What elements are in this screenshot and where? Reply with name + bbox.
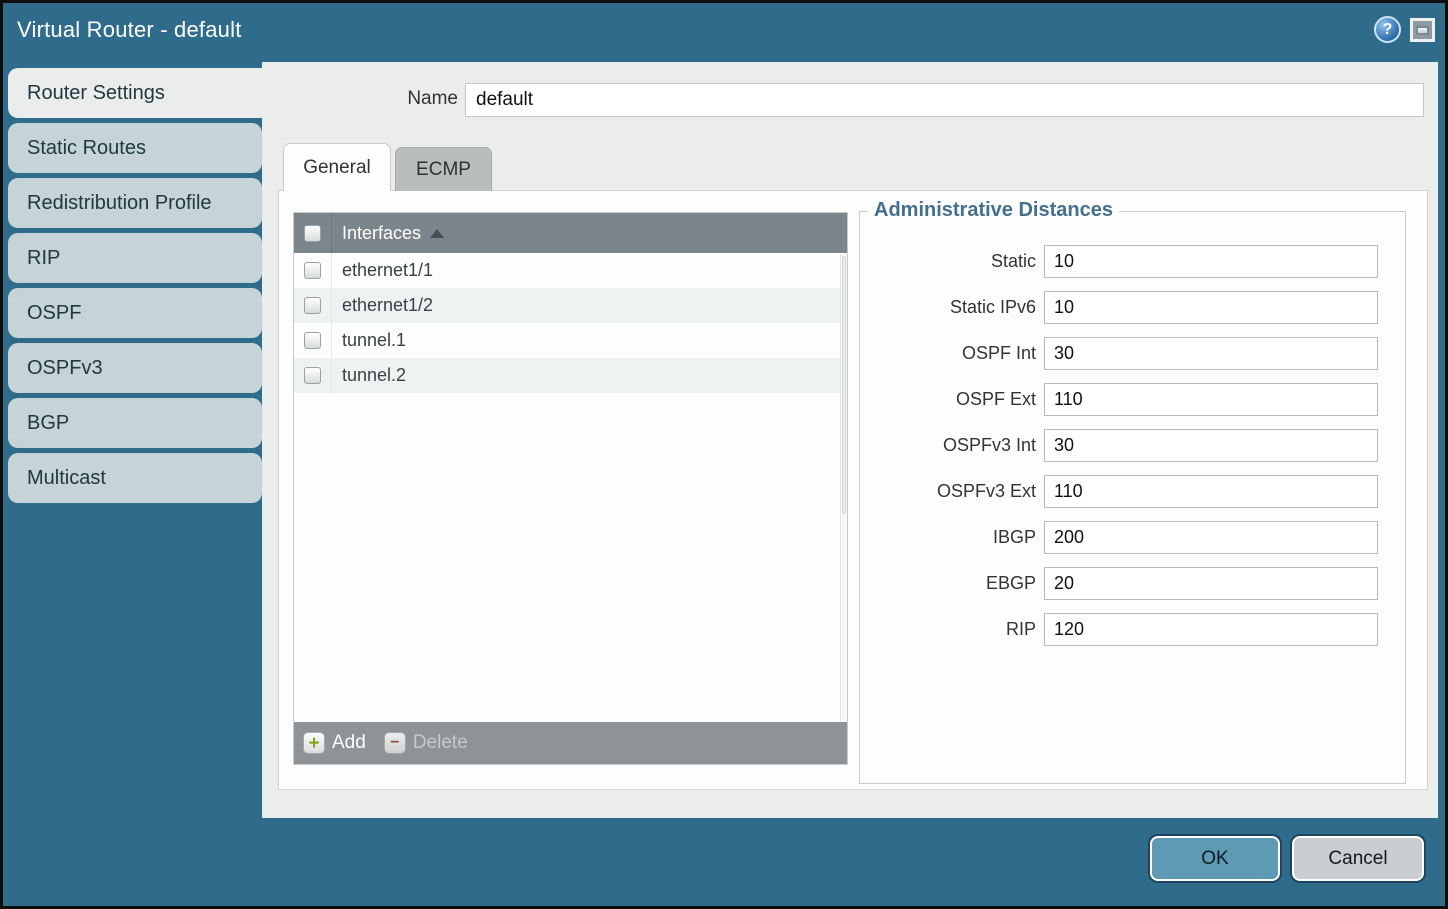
dialog-title: Virtual Router - default xyxy=(17,0,242,62)
add-button[interactable]: + Add xyxy=(303,732,366,754)
sidebar-item-label: OSPFv3 xyxy=(27,357,103,380)
table-row[interactable]: tunnel.1 xyxy=(294,323,847,358)
row-checkbox-cell xyxy=(294,253,332,288)
main-content-card: Name General ECMP Interfaces xyxy=(262,62,1438,818)
sidebar-item[interactable]: BGP xyxy=(8,398,262,448)
admin-distance-input[interactable] xyxy=(1044,429,1378,462)
help-icon[interactable]: ? xyxy=(1374,16,1401,43)
interface-name: tunnel.1 xyxy=(332,330,406,351)
admin-distance-input[interactable] xyxy=(1044,567,1378,600)
admin-distance-row: IBGP xyxy=(860,520,1405,554)
tab-ecmp-label: ECMP xyxy=(416,159,471,181)
table-row[interactable]: tunnel.2 xyxy=(294,358,847,393)
virtual-router-dialog: Virtual Router - default ? Router Settin… xyxy=(0,0,1448,909)
sidebar-item[interactable]: OSPF xyxy=(8,288,262,338)
sort-ascending-icon xyxy=(430,229,444,238)
add-button-label: Add xyxy=(332,732,366,754)
sidebar-item[interactable]: OSPFv3 xyxy=(8,343,262,393)
row-checkbox-cell xyxy=(294,323,332,358)
row-checkbox[interactable] xyxy=(304,332,321,349)
restore-window-icon[interactable] xyxy=(1410,18,1435,42)
name-input[interactable] xyxy=(465,83,1424,117)
admin-distances-fieldset: Administrative Distances Static Static I… xyxy=(859,211,1406,784)
admin-distance-row: OSPF Ext xyxy=(860,382,1405,416)
admin-distance-row: OSPFv3 Int xyxy=(860,428,1405,462)
admin-distance-input[interactable] xyxy=(1044,291,1378,324)
admin-distance-input[interactable] xyxy=(1044,475,1378,508)
admin-distance-row: OSPFv3 Ext xyxy=(860,474,1405,508)
admin-distance-row: Static IPv6 xyxy=(860,290,1405,324)
admin-distance-input[interactable] xyxy=(1044,613,1378,646)
admin-distance-label: OSPFv3 Int xyxy=(860,435,1044,456)
row-checkbox[interactable] xyxy=(304,262,321,279)
admin-distance-row: Static xyxy=(860,244,1405,278)
ok-button-label: OK xyxy=(1201,848,1228,870)
interfaces-table-body: ethernet1/1 ethernet1/2 xyxy=(294,253,847,722)
admin-distance-label: OSPFv3 Ext xyxy=(860,481,1044,502)
tab-general-label: General xyxy=(303,157,371,179)
sidebar-item[interactable]: Multicast xyxy=(8,453,262,503)
delete-button[interactable]: − Delete xyxy=(384,732,468,754)
admin-distance-label: Static IPv6 xyxy=(860,297,1044,318)
table-row[interactable]: ethernet1/1 xyxy=(294,253,847,288)
select-all-checkbox[interactable] xyxy=(304,225,321,242)
admin-distance-input[interactable] xyxy=(1044,337,1378,370)
name-label: Name xyxy=(262,88,458,110)
admin-distance-input[interactable] xyxy=(1044,521,1378,554)
table-footer-toolbar: + Add − Delete xyxy=(294,722,847,764)
admin-distances-rows: Static Static IPv6 OSPF Int xyxy=(860,212,1405,646)
general-tab-panel: Interfaces ethernet1/1 xyxy=(278,190,1428,790)
table-scrollbar-thumb[interactable] xyxy=(842,256,846,514)
table-row[interactable]: ethernet1/2 xyxy=(294,288,847,323)
admin-distance-input[interactable] xyxy=(1044,245,1378,278)
tab-ecmp[interactable]: ECMP xyxy=(395,147,492,191)
sidebar-item[interactable]: Static Routes xyxy=(8,123,262,173)
row-checkbox[interactable] xyxy=(304,297,321,314)
admin-distance-label: IBGP xyxy=(860,527,1044,548)
admin-distance-label: RIP xyxy=(860,619,1044,640)
tab-general[interactable]: General xyxy=(283,143,391,191)
admin-distances-legend: Administrative Distances xyxy=(868,199,1119,222)
row-checkbox-cell xyxy=(294,288,332,323)
ok-button[interactable]: OK xyxy=(1150,836,1280,881)
cancel-button[interactable]: Cancel xyxy=(1292,836,1424,881)
delete-button-label: Delete xyxy=(413,732,468,754)
sidebar-item-label: Router Settings xyxy=(27,82,165,105)
interface-name: tunnel.2 xyxy=(332,365,406,386)
sidebar-item-label: Redistribution Profile xyxy=(27,192,212,215)
interface-name: ethernet1/2 xyxy=(332,295,433,316)
sidebar-item[interactable]: RIP xyxy=(8,233,262,283)
admin-distance-label: EBGP xyxy=(860,573,1044,594)
admin-distance-label: OSPF Ext xyxy=(860,389,1044,410)
restore-window-inner xyxy=(1416,26,1429,35)
interfaces-table: Interfaces ethernet1/1 xyxy=(293,212,848,765)
admin-distance-input[interactable] xyxy=(1044,383,1378,416)
table-scrollbar[interactable] xyxy=(840,254,847,721)
interfaces-column-header[interactable]: Interfaces xyxy=(332,223,421,244)
sidebar-item-label: RIP xyxy=(27,247,60,270)
sidebar-item-label: BGP xyxy=(27,412,69,435)
row-checkbox[interactable] xyxy=(304,367,321,384)
add-plus-icon: + xyxy=(303,732,325,754)
title-bar: Virtual Router - default ? xyxy=(0,0,1448,62)
sidebar-item[interactable]: Redistribution Profile xyxy=(8,178,262,228)
sidebar-item-label: Static Routes xyxy=(27,137,146,160)
help-glyph: ? xyxy=(1383,21,1393,39)
admin-distance-row: OSPF Int xyxy=(860,336,1405,370)
admin-distance-label: OSPF Int xyxy=(860,343,1044,364)
delete-minus-icon: − xyxy=(384,732,406,754)
admin-distance-label: Static xyxy=(860,251,1044,272)
sidebar-item[interactable]: Router Settings xyxy=(8,68,270,118)
sidebar-item-label: Multicast xyxy=(27,467,106,490)
admin-distance-row: RIP xyxy=(860,612,1405,646)
sidebar-nav: Router Settings Static Routes Redistribu… xyxy=(8,68,270,508)
header-checkbox-cell xyxy=(294,213,332,253)
interface-name: ethernet1/1 xyxy=(332,260,433,281)
row-checkbox-cell xyxy=(294,358,332,393)
cancel-button-label: Cancel xyxy=(1328,848,1387,870)
admin-distance-row: EBGP xyxy=(860,566,1405,600)
sidebar-item-label: OSPF xyxy=(27,302,81,325)
interfaces-header-row[interactable]: Interfaces xyxy=(294,213,847,253)
